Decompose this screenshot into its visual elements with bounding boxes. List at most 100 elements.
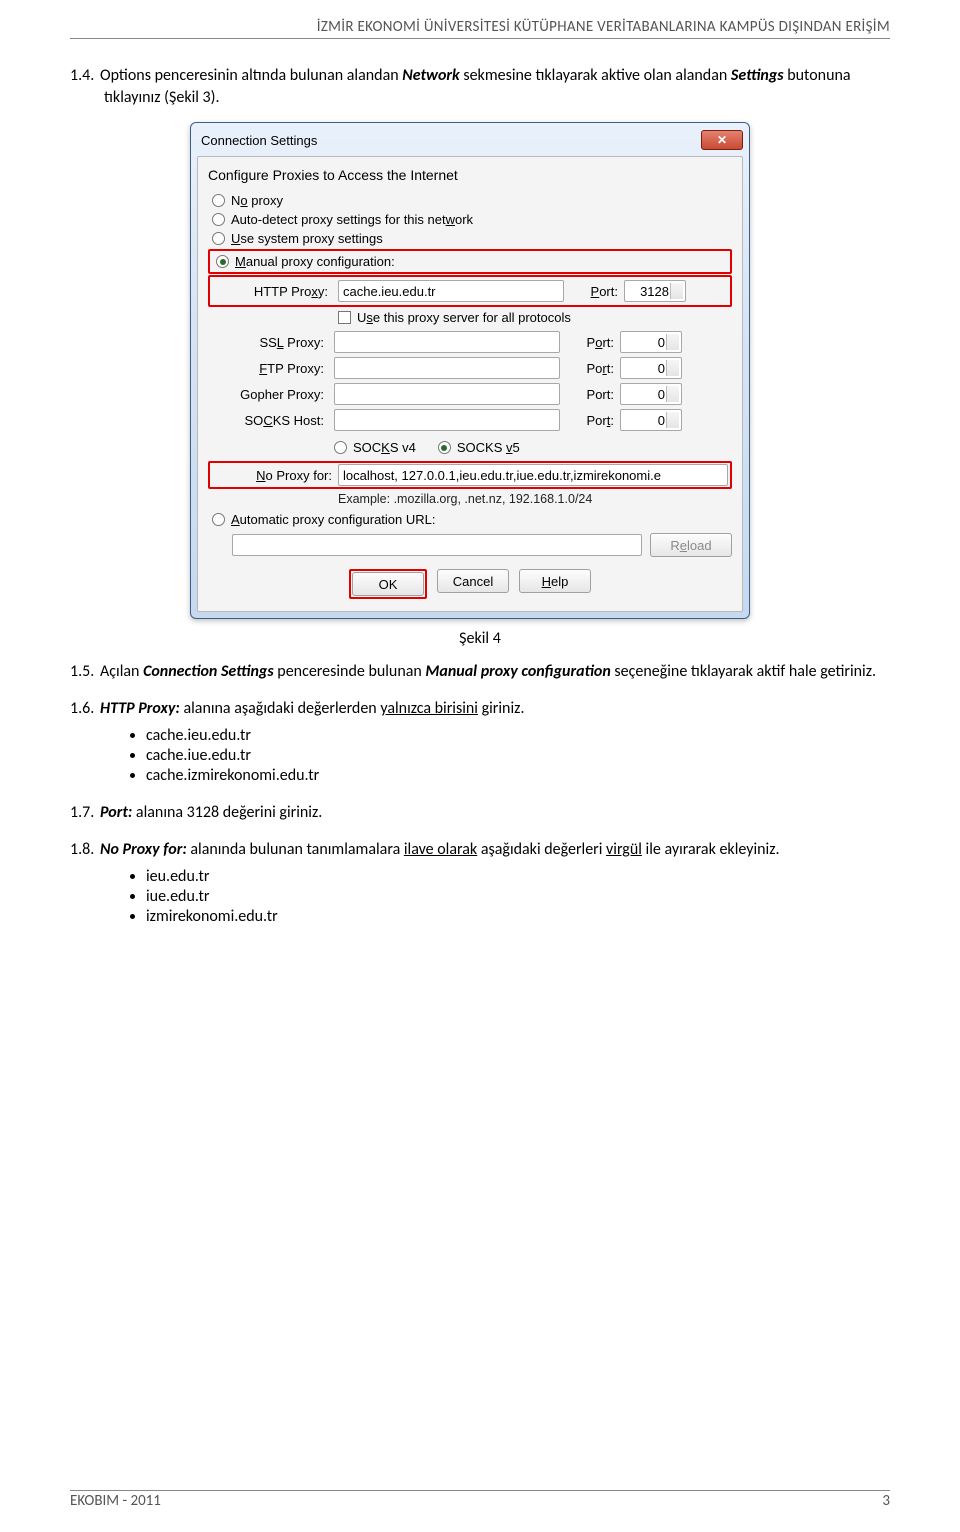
highlight-http-proxy-row: HTTP Proxy: cache.ieu.edu.tr Port: 3128 — [208, 275, 732, 307]
dialog-pane: Configure Proxies to Access the Internet… — [197, 156, 743, 612]
radio-icon — [212, 513, 225, 526]
radio-auto-detect[interactable]: Auto-detect proxy settings for this netw… — [208, 210, 732, 229]
txt: sekmesine tıklayarak aktive olan alandan — [460, 66, 731, 85]
val: 3128 — [640, 284, 683, 299]
radio-no-proxy[interactable]: No proxy — [208, 191, 732, 210]
http-port-input[interactable]: 3128 — [624, 280, 686, 302]
list-item: cache.izmirekonomi.edu.tr — [146, 766, 890, 785]
gopher-port-input[interactable]: 0 — [620, 383, 682, 405]
radio-label: Manual proxy configuration: — [235, 254, 395, 269]
list-item: cache.iue.edu.tr — [146, 746, 890, 765]
highlight-ok-button: OK — [349, 569, 427, 599]
socks-proxy-row: SOCKS Host: Port: 0 — [232, 407, 732, 433]
socks-version-row: SOCKS v4 SOCKS v5 — [334, 437, 732, 458]
txt: Açılan — [100, 662, 143, 681]
em: HTTP Proxy: — [100, 699, 180, 718]
u: ilave olarak — [404, 840, 477, 859]
close-icon: ✕ — [717, 133, 727, 147]
ok-button[interactable]: OK — [352, 572, 424, 596]
auto-url-row: Reload — [232, 533, 732, 557]
txt: alanına 3128 değerini giriniz. — [132, 803, 322, 822]
step-1-6: 1.6.HTTP Proxy: alanına aşağıdaki değerl… — [70, 699, 890, 718]
reload-button[interactable]: Reload — [650, 533, 732, 557]
ftp-label: FTP Proxy: — [232, 361, 328, 376]
radio-label: Auto-detect proxy settings for this netw… — [231, 212, 473, 227]
list-item: izmirekonomi.edu.tr — [146, 907, 890, 926]
port-label: Port: — [566, 387, 614, 402]
radio-icon — [334, 441, 347, 454]
radio-label: Use system proxy settings — [231, 231, 383, 246]
radio-icon — [212, 232, 225, 245]
no-proxy-input[interactable]: localhost, 127.0.0.1,ieu.edu.tr,iue.edu.… — [338, 464, 728, 486]
socks-label: SOCKS Host: — [232, 413, 328, 428]
checkbox-icon — [338, 311, 351, 324]
figure-caption: Şekil 4 — [70, 629, 890, 648]
radio-label: Automatic proxy configuration URL: — [231, 512, 435, 527]
radio-socks-v5[interactable]: SOCKS v5 — [438, 440, 520, 455]
ssl-port-input[interactable]: 0 — [620, 331, 682, 353]
val: 0 — [658, 335, 679, 350]
port-label: Port: — [570, 284, 618, 299]
titlebar: Connection Settings ✕ — [197, 129, 743, 156]
page-header: İZMİR EKONOMİ ÜNİVERSİTESİ KÜTÜPHANE VER… — [70, 18, 890, 39]
txt: alanında bulunan tanımlamalara — [187, 840, 404, 859]
port-label: Port: — [566, 335, 614, 350]
val: 0 — [658, 413, 679, 428]
step-1-7: 1.7.Port: alanına 3128 değerini giriniz. — [70, 803, 890, 822]
ftp-proxy-input[interactable] — [334, 357, 560, 379]
dialog-button-row: OK Cancel Help — [208, 569, 732, 599]
radio-auto-url[interactable]: Automatic proxy configuration URL: — [208, 510, 732, 529]
figure-4-screenshot: Connection Settings ✕ Configure Proxies … — [190, 122, 750, 619]
ssl-proxy-input[interactable] — [334, 331, 560, 353]
cancel-button[interactable]: Cancel — [437, 569, 509, 593]
connection-settings-window: Connection Settings ✕ Configure Proxies … — [190, 122, 750, 619]
footer-page-number: 3 — [882, 1492, 890, 1510]
footer-left: EKOBIM - 2011 — [70, 1492, 161, 1510]
em: Port: — [100, 803, 132, 822]
radio-socks-v4[interactable]: SOCKS v4 — [334, 440, 416, 455]
txt: seçeneğine tıklayarak aktif hale getirin… — [611, 662, 876, 681]
step-num: 1.6. — [70, 699, 100, 718]
highlight-no-proxy-for: No Proxy for: localhost, 127.0.0.1,ieu.e… — [208, 461, 732, 489]
em: No Proxy for: — [100, 840, 187, 859]
gopher-proxy-input[interactable] — [334, 383, 560, 405]
window-title: Connection Settings — [201, 133, 317, 148]
no-proxy-label: No Proxy for: — [236, 468, 332, 483]
check-label: Use this proxy server for all protocols — [357, 310, 571, 325]
socks-host-input[interactable] — [334, 409, 560, 431]
port-label: Port: — [566, 361, 614, 376]
gopher-proxy-row: Gopher Proxy: Port: 0 — [232, 381, 732, 407]
val: 0 — [658, 387, 679, 402]
ssl-label: SSL Proxy: — [232, 335, 328, 350]
bullets-1-6: cache.ieu.edu.tr cache.iue.edu.tr cache.… — [146, 726, 890, 785]
http-proxy-input[interactable]: cache.ieu.edu.tr — [338, 280, 564, 302]
radio-label: SOCKS v4 — [353, 440, 416, 455]
radio-icon-selected — [438, 441, 451, 454]
radio-system-proxy[interactable]: Use system proxy settings — [208, 229, 732, 248]
socks-port-input[interactable]: 0 — [620, 409, 682, 431]
txt: ile ayırarak ekleyiniz. — [642, 840, 780, 859]
ftp-proxy-row: FTP Proxy: Port: 0 — [232, 355, 732, 381]
help-button[interactable]: Help — [519, 569, 591, 593]
step-num: 1.5. — [70, 662, 100, 681]
use-all-protocols-check[interactable]: Use this proxy server for all protocols — [334, 308, 732, 327]
auto-url-input[interactable] — [232, 534, 642, 556]
highlight-manual-proxy: Manual proxy configuration: — [208, 249, 732, 274]
step-1-5: 1.5.Açılan Connection Settings penceresi… — [70, 662, 890, 681]
port-label: Port: — [566, 413, 614, 428]
step-num: 1.8. — [70, 840, 100, 859]
em: Settings — [731, 66, 784, 85]
radio-icon — [212, 213, 225, 226]
val: 0 — [658, 361, 679, 376]
txt: penceresinde bulunan — [274, 662, 426, 681]
example-text: Example: .mozilla.org, .net.nz, 192.168.… — [338, 490, 732, 506]
txt: alanına aşağıdaki değerlerden — [180, 699, 381, 718]
radio-manual-proxy[interactable]: Manual proxy configuration: — [212, 252, 728, 271]
list-item: cache.ieu.edu.tr — [146, 726, 890, 745]
ssl-proxy-row: SSL Proxy: Port: 0 — [232, 329, 732, 355]
gopher-label: Gopher Proxy: — [232, 387, 328, 402]
list-item: ieu.edu.tr — [146, 867, 890, 886]
ftp-port-input[interactable]: 0 — [620, 357, 682, 379]
list-item: iue.edu.tr — [146, 887, 890, 906]
close-button[interactable]: ✕ — [701, 130, 743, 150]
